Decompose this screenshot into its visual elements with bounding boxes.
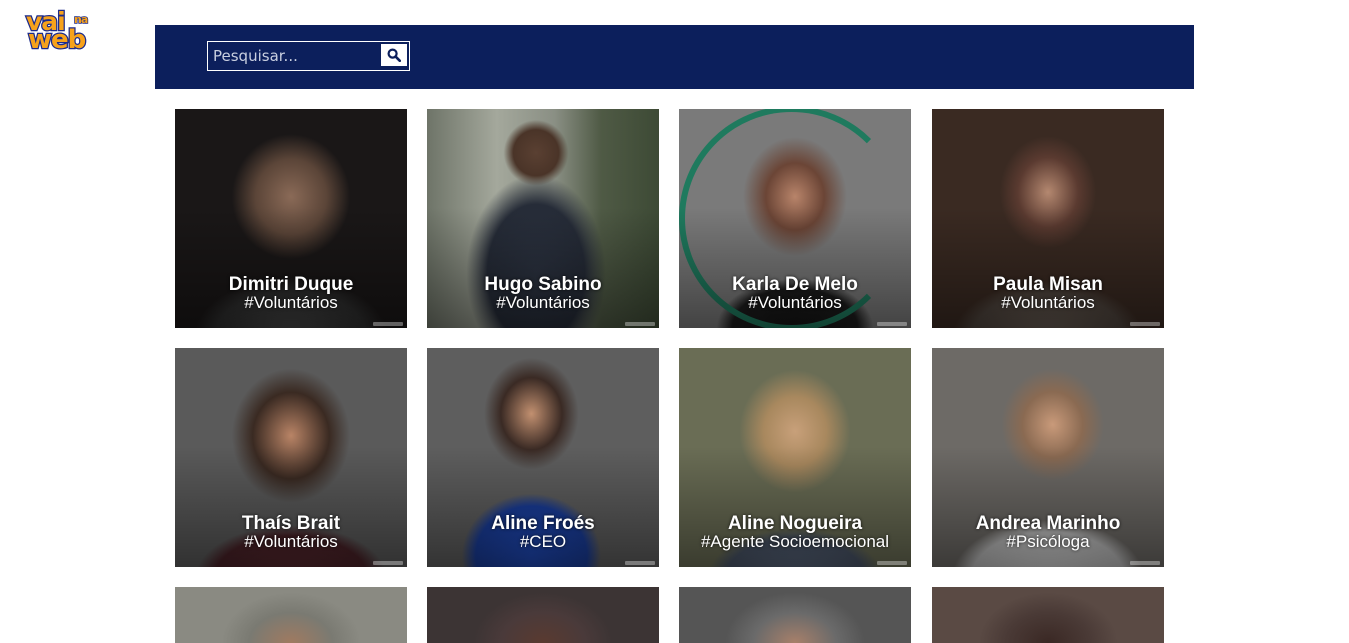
- vainaweb-logo[interactable]: vai na web: [24, 6, 98, 57]
- search-icon: [387, 48, 401, 62]
- person-tag: #Voluntários: [1001, 293, 1095, 312]
- search-box: [207, 41, 410, 71]
- header-bar: [155, 25, 1194, 89]
- team-card[interactable]: Hugo Sabino #Voluntários: [427, 109, 659, 328]
- watermark: [373, 561, 403, 565]
- person-tag: #Voluntários: [496, 293, 590, 312]
- watermark: [625, 561, 655, 565]
- team-card[interactable]: Aline Nogueira #Agente Socioemocional: [679, 348, 911, 567]
- person-tag: #Voluntários: [748, 293, 842, 312]
- team-card[interactable]: Karla De Melo #Voluntários: [679, 109, 911, 328]
- team-card[interactable]: [932, 587, 1164, 643]
- team-card[interactable]: Thaís Brait #Voluntários: [175, 348, 407, 567]
- team-card[interactable]: Dimitri Duque #Voluntários: [175, 109, 407, 328]
- team-card[interactable]: Paula Misan #Voluntários: [932, 109, 1164, 328]
- watermark: [625, 322, 655, 326]
- watermark: [877, 322, 907, 326]
- person-photo: [932, 587, 1164, 643]
- watermark: [877, 561, 907, 565]
- search-button[interactable]: [381, 44, 407, 66]
- team-card[interactable]: Andrea Marinho #Psicóloga: [932, 348, 1164, 567]
- watermark: [1130, 561, 1160, 565]
- watermark: [1130, 322, 1160, 326]
- person-tag: #Voluntários: [244, 532, 338, 551]
- person-tag: #Voluntários: [244, 293, 338, 312]
- watermark: [373, 322, 403, 326]
- search-input[interactable]: [208, 42, 378, 70]
- team-card[interactable]: Aline Froés #CEO: [427, 348, 659, 567]
- team-card[interactable]: [175, 587, 407, 643]
- person-tag: #Psicóloga: [1006, 532, 1090, 551]
- person-photo: [427, 587, 659, 643]
- person-photo: [175, 587, 407, 643]
- team-card[interactable]: [427, 587, 659, 643]
- person-tag: #CEO: [519, 532, 567, 551]
- team-card[interactable]: [679, 587, 911, 643]
- logo-text-web: web: [27, 24, 88, 57]
- person-tag: #Agente Socioemocional: [700, 532, 890, 551]
- person-photo: [679, 587, 911, 643]
